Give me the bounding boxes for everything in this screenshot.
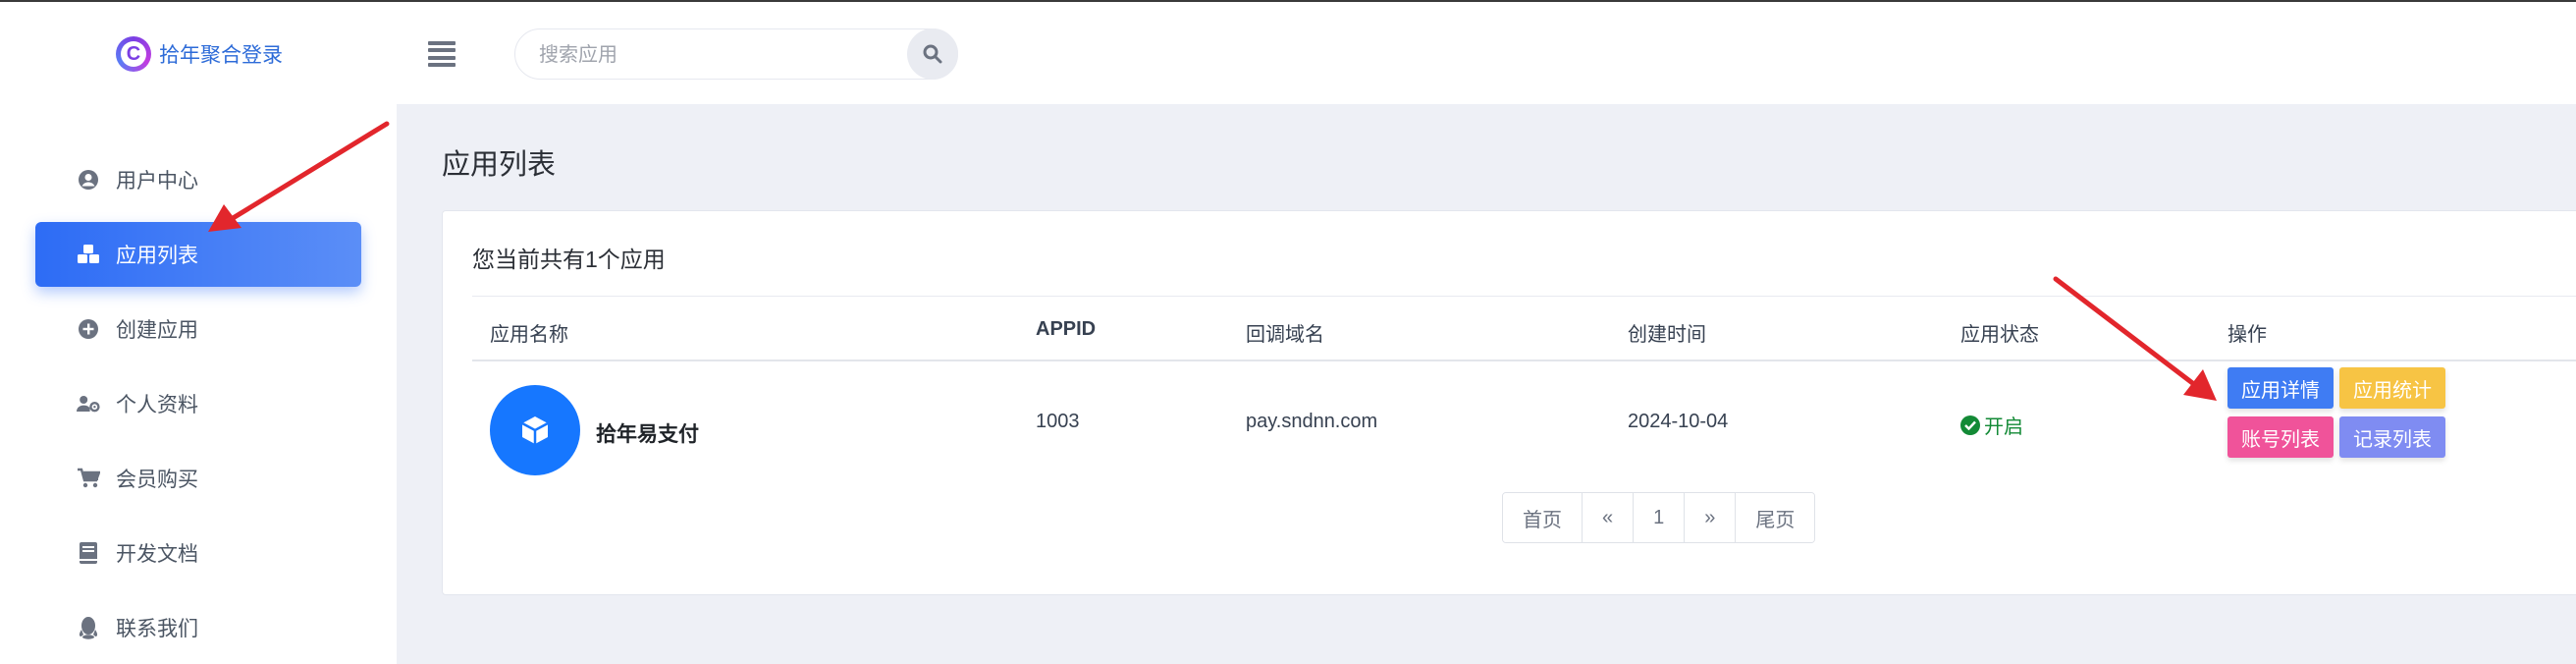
sidebar-item-docs[interactable]: 开发文档 — [35, 521, 361, 585]
account-list-button[interactable]: 账号列表 — [2227, 416, 2334, 458]
sidebar-item-contact[interactable]: 联系我们 — [35, 595, 361, 660]
sidebar-item-create-app[interactable]: 创建应用 — [35, 297, 361, 361]
user-cog-icon — [77, 392, 100, 415]
app-created-time: 2024-10-04 — [1628, 411, 1729, 432]
qq-icon — [77, 616, 100, 639]
sidebar-item-membership[interactable]: 会员购买 — [35, 446, 361, 511]
plus-circle-icon — [77, 317, 100, 341]
logo-text: 拾年聚合登录 — [159, 44, 283, 67]
top-bar: C 拾年聚合登录 — [0, 0, 2576, 104]
column-header-created-time: 创建时间 — [1628, 324, 1706, 346]
check-circle-icon — [1960, 415, 1980, 435]
column-header-callback-domain: 回调域名 — [1246, 324, 1324, 346]
search-icon — [923, 44, 942, 64]
app-appid: 1003 — [1036, 411, 1080, 432]
pagination-last[interactable]: 尾页 — [1736, 493, 1815, 542]
app-details-button[interactable]: 应用详情 — [2227, 367, 2334, 409]
box-icon — [521, 416, 549, 444]
search-button[interactable] — [907, 28, 958, 80]
sidebar-item-label: 创建应用 — [116, 319, 198, 342]
app-stats-button[interactable]: 应用统计 — [2339, 367, 2445, 409]
sidebar-item-label: 会员购买 — [116, 469, 198, 491]
app-name[interactable]: 拾年易支付 — [596, 418, 699, 448]
main-content: 应用列表 您当前共有1个应用 应用名称 APPID 回调域名 创建时间 应用状态… — [397, 104, 2576, 664]
table-header: 应用名称 APPID 回调域名 创建时间 应用状态 操作 — [472, 297, 2576, 361]
table-row: 拾年易支付 1003 pay.sndnn.com 2024-10-04 开启 应… — [472, 363, 2576, 481]
column-header-actions: 操作 — [2227, 324, 2267, 346]
logo-mark-icon: C — [116, 36, 151, 72]
logo-letter: C — [121, 41, 146, 67]
cart-icon — [77, 467, 100, 490]
sidebar-item-label: 个人资料 — [116, 394, 198, 416]
sidebar-item-label: 应用列表 — [116, 245, 198, 267]
pagination-prev[interactable]: « — [1583, 493, 1635, 542]
cubes-icon — [77, 243, 100, 266]
app-list-card: 您当前共有1个应用 应用名称 APPID 回调域名 创建时间 应用状态 操作 拾… — [442, 210, 2576, 595]
column-header-app-name: 应用名称 — [490, 324, 568, 346]
app-status-badge: 开启 — [1960, 411, 2023, 439]
app-callback-domain: pay.sndnn.com — [1246, 411, 1378, 432]
column-header-status: 应用状态 — [1960, 324, 2039, 346]
menu-toggle-icon[interactable] — [428, 41, 456, 67]
sidebar-item-app-list[interactable]: 应用列表 — [35, 222, 361, 287]
sidebar-item-label: 开发文档 — [116, 543, 198, 566]
page-title: 应用列表 — [442, 149, 557, 181]
search-input[interactable] — [539, 41, 873, 69]
pagination: 首页 « 1 » 尾页 — [1502, 492, 1816, 543]
record-list-button[interactable]: 记录列表 — [2339, 416, 2445, 458]
app-status-text: 开启 — [1984, 416, 2023, 438]
sidebar-item-profile[interactable]: 个人资料 — [35, 371, 361, 436]
sidebar: 用户中心 应用列表 创建应用 个人资料 会员购买 开发文档 联系我们 — [0, 104, 397, 664]
search-box — [514, 28, 958, 80]
sidebar-item-label: 联系我们 — [116, 618, 198, 640]
sidebar-item-label: 用户中心 — [116, 170, 198, 193]
pagination-current-page[interactable]: 1 — [1634, 493, 1686, 542]
app-count-summary: 您当前共有1个应用 — [472, 247, 666, 272]
sidebar-item-user-center[interactable]: 用户中心 — [35, 147, 361, 212]
column-header-appid: APPID — [1036, 318, 1097, 340]
app-avatar — [490, 385, 580, 475]
pagination-first[interactable]: 首页 — [1503, 493, 1583, 542]
pagination-next[interactable]: » — [1685, 493, 1737, 542]
user-circle-icon — [77, 168, 100, 192]
book-icon — [77, 541, 100, 565]
logo[interactable]: C 拾年聚合登录 — [116, 35, 283, 73]
